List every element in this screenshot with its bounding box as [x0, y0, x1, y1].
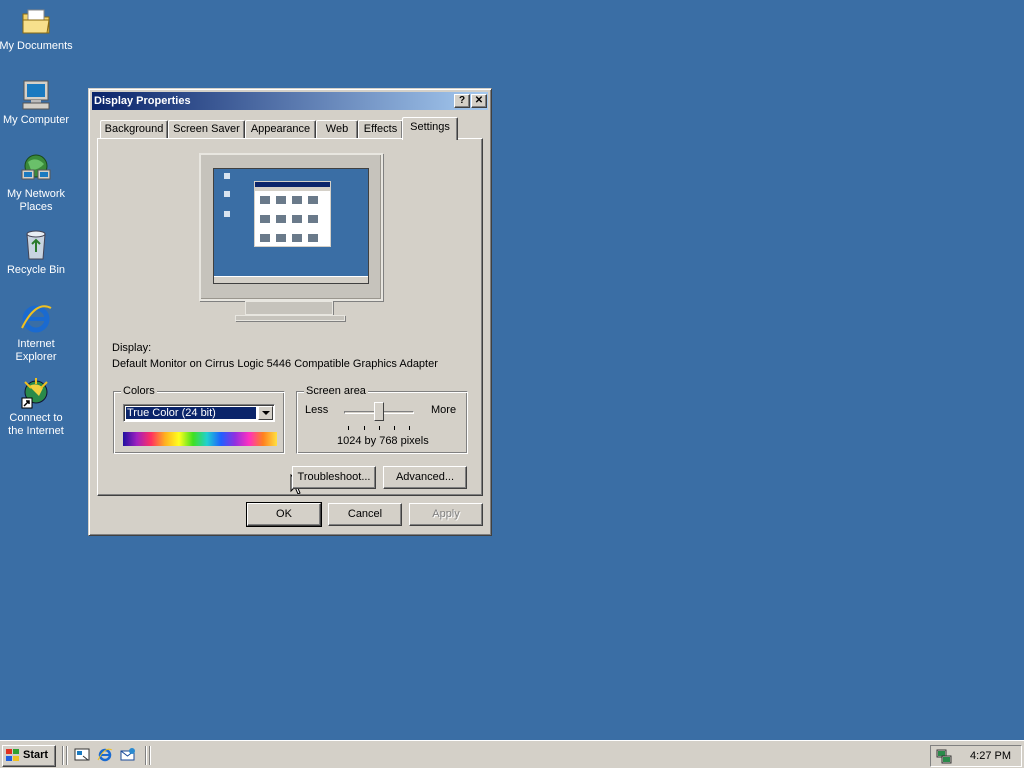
desktop-icon-my-computer[interactable]: My Computer — [0, 78, 74, 127]
connect-internet-icon — [19, 376, 53, 410]
desktop-icon-label: Places — [19, 201, 53, 213]
close-button[interactable]: ✕ — [471, 94, 487, 108]
outlook-express-icon[interactable] — [120, 747, 136, 763]
desktop-icon-label: Connect to — [9, 412, 63, 424]
slider-more-label: More — [431, 404, 457, 416]
taskbar: Start 4:27 PM — [0, 740, 1024, 768]
screen-area-slider-thumb[interactable] — [374, 402, 384, 421]
monitor-stand — [245, 301, 333, 315]
help-button[interactable]: ? — [454, 94, 470, 108]
colors-dropdown-value: True Color (24 bit) — [126, 407, 256, 419]
advanced-button[interactable]: Advanced... — [383, 466, 467, 489]
screen-resolution-text: 1024 by 768 pixels — [337, 435, 429, 447]
desktop-icon-connect-to-internet[interactable]: Connect to the Internet — [0, 376, 74, 438]
system-tray: 4:27 PM — [930, 745, 1022, 767]
colors-dropdown[interactable]: True Color (24 bit) — [123, 404, 275, 422]
internet-explorer-icon — [19, 302, 53, 336]
colors-group: Colors True Color (24 bit) — [113, 385, 285, 454]
desktop-icon-label: Recycle Bin — [6, 264, 66, 276]
desktop-icon-label: the Internet — [8, 425, 64, 437]
tab-settings[interactable]: Settings — [402, 117, 458, 140]
desktop-icon-label: Internet — [17, 338, 55, 350]
troubleshoot-button[interactable]: Troubleshoot... — [292, 466, 376, 489]
display-adapter-text: Default Monitor on Cirrus Logic 5446 Com… — [112, 358, 438, 370]
tab-label: Appearance — [250, 123, 311, 135]
settings-panel: Display: Default Monitor on Cirrus Logic… — [97, 138, 483, 496]
slider-less-label: Less — [305, 404, 329, 416]
dialog-titlebar[interactable]: Display Properties ? ✕ — [92, 92, 488, 110]
start-label: Start — [23, 749, 49, 761]
tab-label: Effects — [363, 123, 398, 135]
tab-label: Background — [104, 123, 164, 135]
tab-effects[interactable]: Effects — [358, 120, 403, 139]
internet-explorer-icon[interactable] — [97, 747, 113, 763]
start-button[interactable]: Start — [2, 745, 56, 767]
tab-background[interactable]: Background — [100, 120, 168, 139]
desktop-icon-internet-explorer[interactable]: Internet Explorer — [0, 302, 74, 364]
colors-group-label: Colors — [121, 385, 157, 397]
dialog-title: Display Properties — [94, 95, 191, 107]
desktop-icon-label: My Network — [6, 188, 66, 200]
network-tray-icon[interactable] — [936, 748, 952, 764]
apply-button: Apply — [409, 503, 483, 526]
chevron-down-icon[interactable] — [258, 406, 273, 420]
tab-label: Settings — [410, 121, 450, 133]
cancel-button[interactable]: Cancel — [328, 503, 402, 526]
tab-label: Screen Saver — [173, 123, 240, 135]
windows-logo-icon — [6, 749, 20, 762]
screen-area-group-label: Screen area — [304, 385, 368, 397]
tab-strip: Background Screen Saver Appearance Web E… — [97, 117, 483, 140]
tab-screen-saver[interactable]: Screen Saver — [168, 120, 245, 139]
tab-web[interactable]: Web — [316, 120, 358, 139]
display-properties-dialog: Display Properties ? ✕ Background Screen… — [88, 88, 492, 536]
show-desktop-icon[interactable] — [74, 747, 90, 763]
desktop-icon-recycle-bin[interactable]: Recycle Bin — [0, 228, 74, 277]
display-label: Display: — [112, 342, 152, 354]
help-icon: ? — [458, 95, 466, 106]
desktop-icon-my-documents[interactable]: My Documents — [0, 4, 74, 53]
monitor-preview — [199, 153, 383, 301]
color-spectrum-bar — [123, 432, 277, 446]
desktop-icon-my-network-places[interactable]: My Network Places — [0, 152, 74, 214]
clock[interactable]: 4:27 PM — [970, 750, 1011, 762]
monitor-screen-preview — [213, 168, 369, 284]
monitor-base — [235, 315, 345, 321]
desktop-icon-label: My Documents — [0, 40, 73, 52]
recycle-bin-icon — [19, 228, 53, 262]
desktop-icon-label: My Computer — [2, 114, 70, 126]
computer-icon — [19, 78, 53, 112]
tab-appearance[interactable]: Appearance — [245, 120, 316, 139]
tab-label: Web — [325, 123, 349, 135]
screen-area-group: Screen area Less More 1024 by 768 pixels — [296, 385, 468, 454]
network-places-icon — [19, 152, 53, 186]
folder-documents-icon — [19, 4, 53, 38]
close-icon: ✕ — [474, 95, 484, 106]
ok-button[interactable]: OK — [246, 502, 322, 527]
desktop-icon-label: Explorer — [15, 351, 57, 363]
